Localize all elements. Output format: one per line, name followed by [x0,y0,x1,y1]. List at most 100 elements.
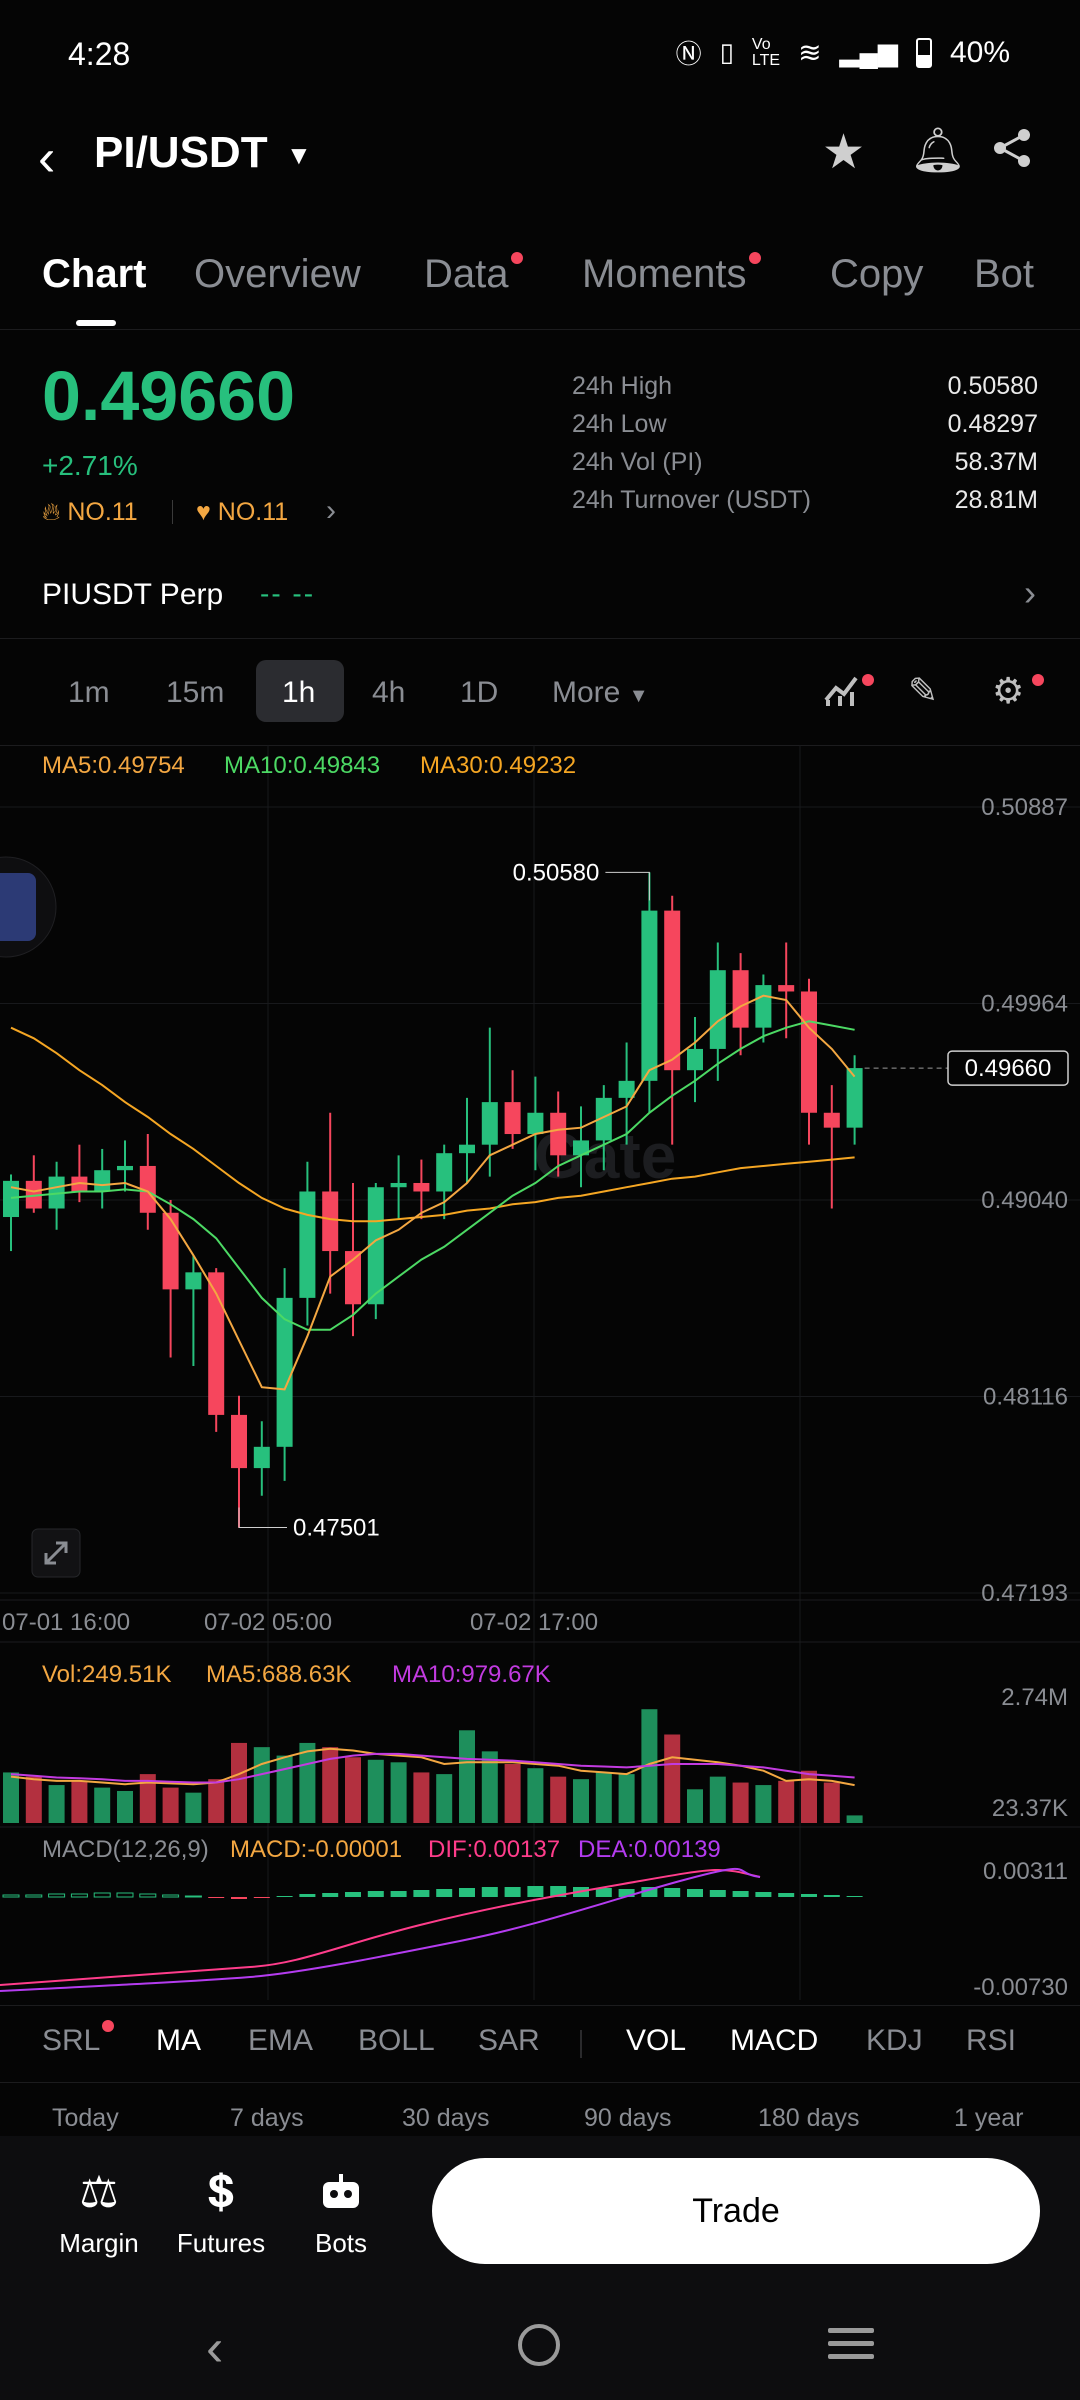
caret-down-icon[interactable]: ▼ [286,140,312,171]
volume-bar [390,1762,407,1823]
gainer-rank[interactable]: ♥ NO.11 [196,498,288,527]
macd-value: MACD:-0.00001 [230,1836,402,1863]
vol-axis-min: 23.37K [992,1795,1068,1822]
tab-chart[interactable]: Chart [42,252,146,297]
pair-selector[interactable]: PI/USDT [94,128,268,178]
volume-bar [504,1764,521,1823]
time-tick-label: 07-02 05:00 [204,1609,332,1636]
star-icon[interactable]: ★ [822,124,865,180]
macd-params: MACD(12,26,9) [42,1836,209,1863]
interval-1h[interactable]: 1h [282,676,315,710]
macd-bar [25,1894,43,1898]
tab-copy[interactable]: Copy [830,252,923,297]
draw-pencil-icon[interactable]: ✎ [908,670,938,712]
chevron-right-icon[interactable]: › [1024,572,1036,614]
system-back-icon[interactable]: ‹ [206,2318,223,2378]
indicator-boll[interactable]: BOLL [358,2024,435,2058]
rank-divider [172,500,173,524]
volume-bar [276,1755,293,1823]
indicator-ma[interactable]: MA [156,2024,201,2058]
range-90d[interactable]: 90 days [584,2104,672,2133]
interval-more[interactable]: More ▼ [552,676,649,710]
indicator-sar[interactable]: SAR [478,2024,540,2058]
price-change: +2.71% [42,450,138,481]
nav-futures[interactable]: 💲︎ Futures [166,2160,276,2259]
candle-body [801,991,817,1113]
volume-bar [94,1787,111,1823]
indicator-rsi[interactable]: RSI [966,2024,1016,2058]
macd-bar [709,1890,726,1897]
volume-bar [162,1787,179,1823]
interval-1m[interactable]: 1m [68,676,110,710]
indicator-srl[interactable]: SRL [42,2024,100,2058]
volume-bar [595,1772,612,1823]
hot-rank[interactable]: 🔥︎ NO.11 [42,498,138,527]
candle-body [550,1112,567,1156]
tab-overview[interactable]: Overview [194,252,361,297]
system-recents-icon[interactable] [828,2328,874,2359]
indicator-macd[interactable]: MACD [730,2024,818,2058]
interval-1d[interactable]: 1D [460,676,498,710]
low-marker-label: 0.47501 [293,1514,380,1541]
price-tick-label: 0.47193 [981,1580,1068,1607]
indicator-ema[interactable]: EMA [248,2024,313,2058]
nfc-icon: Ⓝ [675,39,702,69]
interval-4h[interactable]: 4h [372,676,405,710]
nav-margin[interactable]: ⚖ Margin [44,2160,154,2259]
expand-icon [31,1528,81,1578]
range-180d[interactable]: 180 days [758,2104,859,2133]
tab-bot[interactable]: Bot [974,252,1044,297]
indicator-icon[interactable] [822,670,862,719]
candle-body [3,1180,19,1218]
status-bar: 4:28 Ⓝ ▯ Vo LTE ≋ ▂▄▆ 40% [0,0,1080,110]
volume-bar [3,1772,19,1823]
indicator-vol[interactable]: VOL [626,2024,686,2058]
nav-bots[interactable]: Bots [286,2160,396,2259]
back-icon[interactable]: ‹ [38,128,55,188]
volume-bar [413,1772,430,1823]
tab-data[interactable]: Data [424,252,523,297]
indicator-divider [580,2030,582,2058]
candle-body [162,1212,179,1290]
settings-gear-icon[interactable]: ⚙ [992,670,1024,712]
range-today[interactable]: Today [52,2104,119,2133]
status-time: 4:28 [68,36,131,72]
share-icon[interactable] [990,126,1034,181]
trade-button[interactable]: Trade [432,2158,1040,2264]
range-30d[interactable]: 30 days [402,2104,490,2133]
interval-15m[interactable]: 15m [166,676,224,710]
volume-bar [253,1747,270,1823]
divider [0,2082,1080,2083]
time-tick-label: 07-01 16:00 [2,1609,130,1636]
macd-bar [208,1897,225,1898]
indicator-kdj[interactable]: KDJ [866,2024,923,2058]
tab-bar: Chart Overview Data Moments Copy Bot [0,240,1080,330]
chevron-right-icon[interactable]: › [326,494,336,528]
volume-bar [345,1757,361,1823]
notification-dot [510,252,523,264]
macd-bar [846,1896,863,1897]
candle-body [253,1446,270,1469]
volume-bar [459,1730,475,1823]
macd-bar [801,1894,817,1897]
current-price-line: 0.49660 [864,1050,1069,1086]
candle-body [527,1112,544,1135]
tab-moments[interactable]: Moments [582,252,761,297]
range-7d[interactable]: 7 days [230,2104,304,2133]
candle-body [732,970,749,1028]
system-home-icon[interactable] [518,2324,560,2366]
macd-axis-min: -0.00730 [973,1974,1068,2001]
alert-bell-icon[interactable]: 🔔︎ [910,124,966,176]
perp-link[interactable]: PIUSDT Perp [42,578,223,612]
macd-bar [139,1893,157,1898]
macd-bar [823,1895,840,1897]
kline-chart[interactable]: Gate MA5:0.49754 MA10:0.49843 MA30:0.492… [0,745,1080,2005]
volume-bar [732,1782,749,1823]
range-1y[interactable]: 1 year [954,2104,1023,2133]
macd-bar [2,1894,20,1898]
volume-bar [117,1790,133,1823]
wifi-icon: ≋ [798,37,822,68]
macd-bar [459,1888,475,1897]
macd-bar [253,1897,270,1898]
candle-body [413,1182,430,1192]
